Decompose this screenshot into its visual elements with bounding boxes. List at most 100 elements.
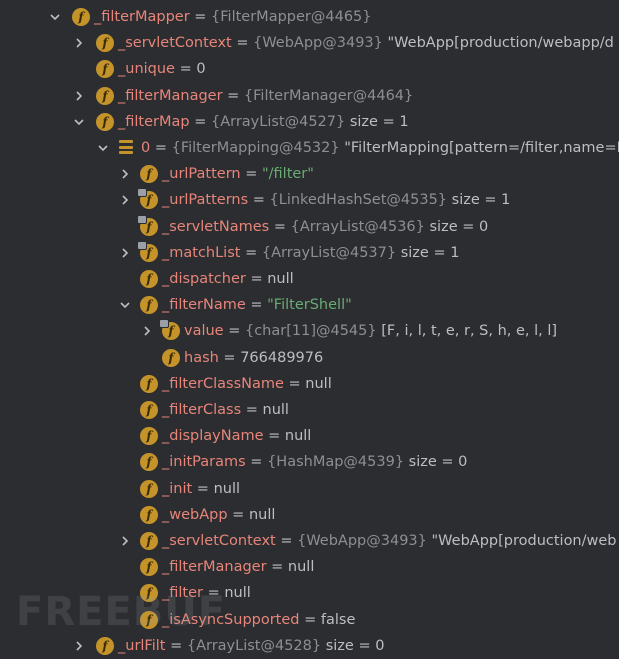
object-reference: {FilterMapper@4465} bbox=[211, 9, 372, 25]
tree-row[interactable]: f _filterManager = null bbox=[0, 554, 619, 580]
equals-sign: = bbox=[165, 637, 187, 654]
equals-sign: = bbox=[189, 9, 212, 25]
field-icon: f bbox=[140, 505, 158, 524]
tree-row[interactable]: f _unique = 0 bbox=[0, 56, 619, 82]
equals-sign: = bbox=[223, 323, 245, 340]
variable-value: "/filter" bbox=[261, 166, 314, 183]
equals-sign: = bbox=[245, 297, 268, 314]
array-element-icon bbox=[119, 140, 133, 154]
tree-row-text: _filterManager = null bbox=[162, 557, 314, 577]
tree-row[interactable]: f _servletNames = {ArrayList@4536} size =… bbox=[0, 214, 619, 240]
field-icon: f bbox=[140, 374, 158, 393]
tree-row-text: _init = null bbox=[162, 479, 240, 499]
field-locked-icon: f bbox=[137, 240, 158, 262]
variable-name: _servletContext bbox=[118, 35, 232, 52]
tree-row[interactable]: 0 = {FilterMapping@4532} "FilterMapping[… bbox=[0, 135, 619, 161]
chevron-right-icon[interactable] bbox=[118, 193, 132, 207]
field-locked-icon: f bbox=[137, 214, 158, 236]
tree-row-text: _urlFilt = {ArrayList@4528} size = 0 bbox=[118, 636, 384, 656]
variable-value: [F, i, l, t, e, r, S, h, e, l, l] bbox=[376, 323, 558, 340]
tree-row[interactable]: f _filterName = "FilterShell" bbox=[0, 292, 619, 318]
chevron-right-icon[interactable] bbox=[118, 167, 132, 181]
variable-value: null bbox=[224, 585, 251, 602]
chevron-right-icon[interactable] bbox=[118, 534, 132, 548]
tree-row-text: _unique = 0 bbox=[118, 59, 206, 79]
tree-row-text: _urlPattern = "/filter" bbox=[162, 164, 314, 184]
variable-name: _filterManager bbox=[118, 87, 223, 104]
equals-sign: = bbox=[174, 61, 197, 78]
tree-row[interactable]: f _urlFilt = {ArrayList@4528} size = 0 bbox=[0, 633, 619, 659]
tree-row[interactable]: f _urlPatterns = {LinkedHashSet@4535} siz… bbox=[0, 187, 619, 213]
tree-row[interactable]: f _init = null bbox=[0, 476, 619, 502]
equals-sign: = bbox=[240, 166, 262, 183]
variable-value: false bbox=[320, 611, 356, 628]
tree-row[interactable]: f _displayName = null bbox=[0, 423, 619, 449]
tree-row[interactable]: f value = {char[11]@4545} [F, i, l, t, e,… bbox=[0, 318, 619, 344]
chevron-down-icon[interactable] bbox=[118, 298, 132, 312]
variable-value: null bbox=[267, 271, 294, 287]
tree-row-text: _filterMap = {ArrayList@4527} size = 1 bbox=[118, 112, 409, 132]
equals-sign: = bbox=[218, 349, 241, 366]
tree-row[interactable]: f _webApp = null bbox=[0, 502, 619, 528]
field-icon: f bbox=[96, 86, 114, 105]
variable-name: _initParams bbox=[162, 454, 246, 471]
chevron-down-icon[interactable] bbox=[72, 115, 86, 129]
debugger-variables-tree: f _filterMapper = {FilterMapper@4465} f _se… bbox=[0, 0, 619, 655]
variable-name: _displayName bbox=[162, 428, 264, 445]
tree-row[interactable]: f _urlPattern = "/filter" bbox=[0, 161, 619, 187]
variable-name: 0 bbox=[141, 140, 151, 156]
tree-row-text: 0 = {FilterMapping@4532} "FilterMapping[… bbox=[141, 138, 619, 158]
tree-row-text: _filterClass = null bbox=[162, 400, 289, 420]
field-locked-icon: f bbox=[137, 188, 158, 210]
field-icon: f bbox=[140, 427, 158, 446]
tree-row[interactable]: f _dispatcher = null bbox=[0, 266, 619, 292]
variable-value: 0 bbox=[196, 61, 206, 78]
variable-name: _init bbox=[162, 480, 193, 497]
variable-value: size = 1 bbox=[396, 244, 460, 261]
chevron-right-icon[interactable] bbox=[72, 36, 86, 50]
tree-row-text: _filterName = "FilterShell" bbox=[162, 295, 352, 315]
equals-sign: = bbox=[240, 244, 262, 261]
object-reference: {ArrayList@4527} bbox=[210, 113, 346, 130]
tree-row[interactable]: f _filterManager = {FilterManager@4464} bbox=[0, 83, 619, 109]
chevron-right-icon[interactable] bbox=[72, 89, 86, 103]
field-icon: f bbox=[140, 532, 158, 550]
equals-sign: = bbox=[241, 402, 263, 418]
variable-name: _servletContext bbox=[162, 533, 276, 549]
variable-value: null bbox=[213, 480, 240, 497]
variable-value: 766489976 bbox=[240, 349, 324, 366]
tree-row[interactable]: f _matchList = {ArrayList@4537} size = 1 bbox=[0, 240, 619, 266]
tree-row[interactable]: f _filterClass = null bbox=[0, 397, 619, 423]
equals-sign: = bbox=[231, 35, 254, 52]
variable-name: _filterMap bbox=[118, 113, 190, 130]
tree-row[interactable]: f _filterMapper = {FilterMapper@4465} bbox=[0, 4, 619, 30]
tree-row[interactable]: f hash = 766489976 bbox=[0, 345, 619, 371]
chevron-down-icon[interactable] bbox=[96, 141, 110, 155]
chevron-right-icon[interactable] bbox=[118, 246, 132, 260]
object-reference: {HashMap@4539} bbox=[267, 454, 405, 471]
variable-value: size = 1 bbox=[345, 113, 409, 130]
object-reference: {WebApp@3493} bbox=[297, 533, 427, 549]
tree-row[interactable]: f _initParams = {HashMap@4539} size = 0 bbox=[0, 449, 619, 475]
equals-sign: = bbox=[248, 192, 270, 209]
tree-row[interactable]: f _filterClassName = null bbox=[0, 371, 619, 397]
chevron-right-icon[interactable] bbox=[72, 639, 86, 653]
tree-row-text: _webApp = null bbox=[162, 505, 275, 525]
tree-row-text: value = {char[11]@4545} [F, i, l, t, e, … bbox=[184, 321, 557, 341]
variable-name: _webApp bbox=[162, 506, 228, 523]
field-icon: f bbox=[96, 112, 114, 131]
chevron-down-icon[interactable] bbox=[48, 10, 62, 24]
tree-row[interactable]: f _servletContext = {WebApp@3493} "WebApp… bbox=[0, 528, 619, 554]
equals-sign: = bbox=[269, 218, 291, 235]
field-icon: f bbox=[140, 165, 158, 184]
object-reference: {ArrayList@4528} bbox=[186, 637, 322, 654]
equals-sign: = bbox=[227, 506, 249, 523]
field-icon: f bbox=[140, 401, 158, 419]
variable-value: null bbox=[248, 506, 276, 523]
tree-row-text: _filterManager = {FilterManager@4464} bbox=[118, 86, 413, 106]
tree-row[interactable]: f _filterMap = {ArrayList@4527} size = 1 bbox=[0, 109, 619, 135]
variable-name: _dispatcher bbox=[162, 271, 246, 287]
equals-sign: = bbox=[222, 87, 244, 104]
tree-row[interactable]: f _servletContext = {WebApp@3493} "WebApp… bbox=[0, 30, 619, 56]
chevron-right-icon[interactable] bbox=[140, 324, 154, 338]
